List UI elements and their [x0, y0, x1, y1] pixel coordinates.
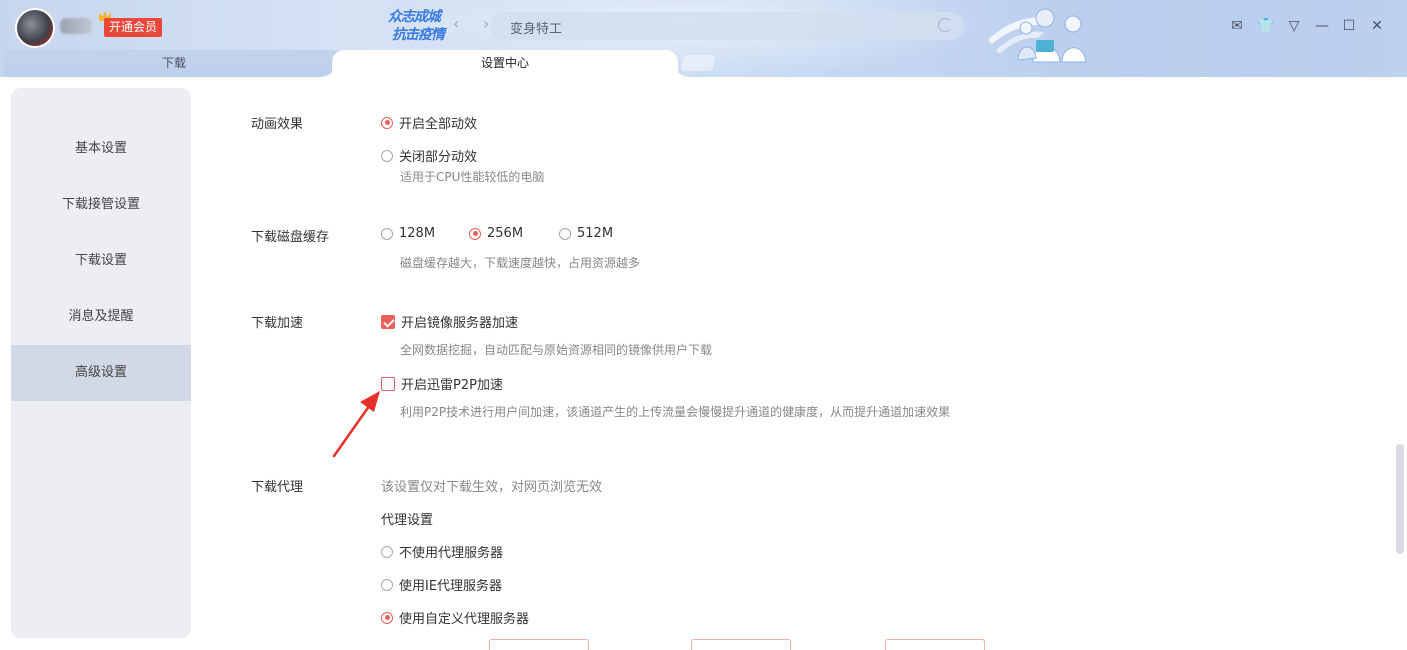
disk-cache-hint: 磁盘缓存越大，下载速度越快，占用资源越多 — [400, 256, 641, 270]
title-bar: 开通会员 众志成城 抗击疫情 ‹ › 变身特工 ✉ 👕 ▽ — ☐ ✕ 下载 设… — [0, 0, 1407, 77]
option-label: 开启全部动效 — [399, 117, 478, 132]
sidebar-item-notifications[interactable]: 消息及提醒 — [11, 289, 191, 345]
maximize-icon[interactable]: ☐ — [1340, 17, 1358, 35]
option-label: 512M — [577, 226, 614, 241]
option-label: 使用IE代理服务器 — [399, 579, 503, 594]
proxy-option-none[interactable]: 不使用代理服务器 — [381, 542, 503, 561]
address-bar[interactable]: 变身特工 — [490, 12, 964, 40]
slogan-line-2: 抗击疫情 — [392, 27, 445, 43]
p2p-acceleration-checkbox[interactable]: 开启迅雷P2P加速 — [381, 374, 503, 393]
tab-settings-center[interactable]: 设置中心 — [322, 50, 688, 77]
p2p-acceleration-hint: 利用P2P技术进行用户间加速，该通道产生的上传流量会慢慢提升通道的健康度，从而提… — [400, 405, 951, 419]
user-avatar[interactable] — [15, 8, 55, 48]
option-label: 开启迅雷P2P加速 — [401, 378, 503, 393]
animation-partial-hint: 适用于CPU性能较低的电脑 — [400, 170, 545, 184]
checkbox-checked[interactable] — [381, 314, 395, 329]
medical-workers-illustration-icon — [988, 8, 1087, 63]
content-scrollbar[interactable] — [1396, 444, 1404, 554]
mirror-acceleration-hint: 全网数据挖掘，自动匹配与原始资源相同的镜像供用户下载 — [400, 343, 713, 357]
tab-download[interactable]: 下载 — [4, 50, 344, 77]
option-label: 关闭部分动效 — [399, 150, 478, 165]
address-text: 变身特工 — [510, 22, 563, 37]
open-vip-button[interactable]: 开通会员 — [104, 18, 163, 37]
refresh-icon[interactable] — [938, 18, 952, 32]
mail-icon[interactable]: ✉ — [1228, 17, 1246, 35]
acceleration-section-label: 下载加速 — [251, 316, 304, 331]
forward-arrow-icon[interactable]: › — [483, 15, 489, 33]
sidebar-item-advanced-settings[interactable]: 高级设置 — [11, 345, 191, 401]
option-label: 256M — [487, 226, 524, 241]
proxy-server-input[interactable] — [489, 639, 589, 650]
red-arrow-annotation-icon — [332, 391, 380, 458]
proxy-option-ie[interactable]: 使用IE代理服务器 — [381, 575, 502, 594]
proxy-type-input[interactable] — [885, 639, 985, 650]
radio-unselected[interactable] — [381, 227, 393, 240]
option-label: 使用自定义代理服务器 — [399, 612, 530, 627]
radio-unselected[interactable] — [381, 545, 393, 558]
disk-cache-option-256m[interactable]: 256M — [469, 226, 523, 241]
option-label: 128M — [399, 226, 436, 241]
disk-cache-section-label: 下载磁盘缓存 — [251, 230, 330, 245]
proxy-option-custom[interactable]: 使用自定义代理服务器 — [381, 608, 529, 627]
username-blurred[interactable] — [60, 18, 92, 34]
option-label: 开启镜像服务器加速 — [401, 316, 519, 331]
slogan-line-1: 众志成城 — [388, 9, 441, 25]
sidebar-item-basic-settings[interactable]: 基本设置 — [11, 121, 191, 177]
radio-unselected[interactable] — [381, 578, 393, 591]
option-label: 不使用代理服务器 — [399, 546, 504, 561]
radio-selected[interactable] — [381, 611, 393, 624]
proxy-section-label: 下载代理 — [251, 480, 304, 495]
new-tab-button[interactable] — [680, 55, 716, 71]
animation-option-partial[interactable]: 关闭部分动效 — [381, 146, 477, 165]
settings-sidebar: 基本设置 下载接管设置 下载设置 消息及提醒 高级设置 — [11, 88, 191, 638]
animation-section-label: 动画效果 — [251, 117, 304, 132]
radio-selected[interactable] — [469, 227, 481, 240]
sidebar-item-download-settings[interactable]: 下载设置 — [11, 233, 191, 289]
proxy-port-input[interactable] — [691, 639, 791, 650]
proxy-hint: 该设置仅对下载生效，对网页浏览无效 — [381, 480, 603, 495]
menu-dropdown-icon[interactable]: ▽ — [1285, 17, 1303, 35]
animation-option-all[interactable]: 开启全部动效 — [381, 113, 477, 132]
skin-shirt-icon[interactable]: 👕 — [1257, 17, 1275, 35]
sidebar-item-download-takeover[interactable]: 下载接管设置 — [11, 177, 191, 233]
campaign-slogan: 众志成城 抗击疫情 — [388, 8, 456, 50]
disk-cache-option-128m[interactable]: 128M — [381, 226, 435, 241]
mirror-acceleration-checkbox[interactable]: 开启镜像服务器加速 — [381, 312, 518, 331]
close-icon[interactable]: ✕ — [1368, 17, 1386, 35]
radio-unselected[interactable] — [559, 227, 571, 240]
proxy-settings-label: 代理设置 — [381, 513, 434, 528]
disk-cache-option-512m[interactable]: 512M — [559, 226, 613, 241]
settings-content: 动画效果 开启全部动效 关闭部分动效 适用于CPU性能较低的电脑 下载磁盘缓存 … — [192, 77, 1392, 650]
radio-selected[interactable] — [381, 116, 393, 129]
radio-unselected[interactable] — [381, 149, 393, 162]
back-arrow-icon[interactable]: ‹ — [453, 15, 459, 33]
minimize-icon[interactable]: — — [1313, 17, 1331, 35]
